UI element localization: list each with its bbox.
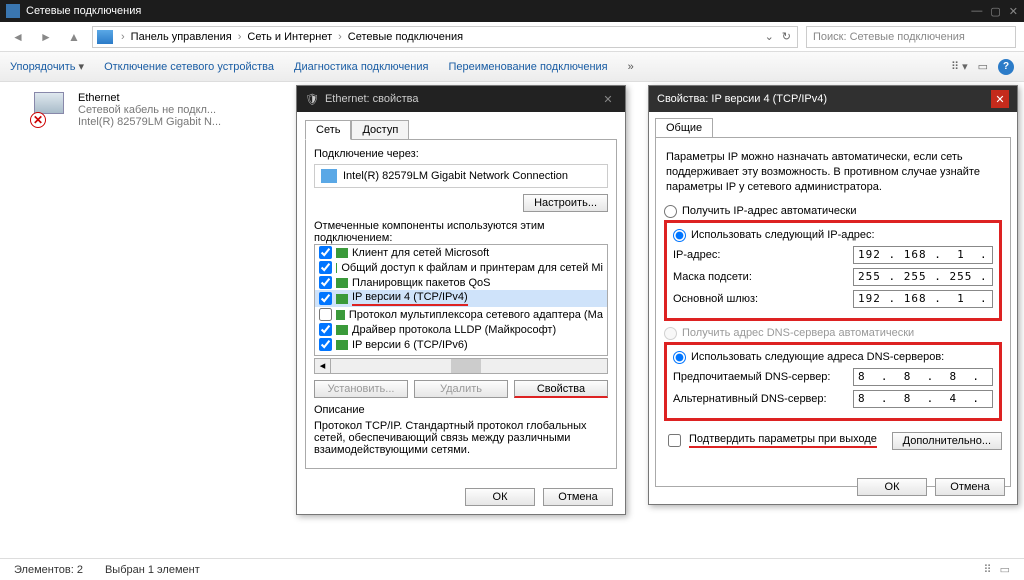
component-icon bbox=[336, 278, 348, 288]
ipv4-description: Параметры IP можно назначать автоматичес… bbox=[664, 146, 1002, 203]
organize-menu[interactable]: Упорядочить ▾ bbox=[10, 60, 84, 73]
nic-box: Intel(R) 82579LM Gigabit Network Connect… bbox=[314, 164, 608, 188]
app-icon bbox=[6, 4, 20, 18]
preview-icon[interactable]: ▭ bbox=[978, 60, 988, 73]
view-large-icon[interactable]: ▭ bbox=[1000, 563, 1010, 576]
component-checkbox[interactable] bbox=[319, 246, 332, 259]
dns2-input[interactable] bbox=[853, 390, 993, 408]
cancel-button[interactable]: Отмена bbox=[543, 488, 613, 506]
radio-ip-manual[interactable] bbox=[673, 229, 686, 242]
ipv4-properties-dialog: Свойства: IP версии 4 (TCP/IPv4) ✕ Общие… bbox=[648, 85, 1018, 505]
component-icon bbox=[336, 248, 348, 258]
window-title: Сетевые подключения bbox=[26, 5, 141, 17]
adapter-name: Ethernet bbox=[78, 92, 221, 104]
dns2-label: Альтернативный DNS-сервер: bbox=[673, 393, 827, 405]
tab-general[interactable]: Общие bbox=[655, 118, 713, 138]
refresh-icon[interactable]: ↻ bbox=[780, 30, 793, 43]
component-checkbox[interactable] bbox=[319, 276, 332, 289]
dialog-title: Ethernet: свойства bbox=[325, 93, 419, 105]
tab-network[interactable]: Сеть bbox=[305, 120, 351, 140]
subnet-mask-label: Маска подсети: bbox=[673, 271, 752, 283]
ethernet-properties-dialog: 🛡 Ethernet: свойства ✕ Сеть Доступ Подкл… bbox=[296, 85, 626, 515]
description-title: Описание bbox=[314, 404, 608, 416]
gateway-label: Основной шлюз: bbox=[673, 293, 758, 305]
tab-access[interactable]: Доступ bbox=[351, 120, 409, 140]
close-icon[interactable]: ✕ bbox=[599, 90, 617, 108]
advanced-button[interactable]: Дополнительно... bbox=[892, 432, 1002, 450]
adapter-item[interactable]: ✕ Ethernet Сетевой кабель не подкл... In… bbox=[28, 92, 258, 130]
remove-button[interactable]: Удалить bbox=[414, 380, 508, 398]
install-button[interactable]: Установить... bbox=[314, 380, 408, 398]
dropdown-icon[interactable]: ⌄ bbox=[763, 30, 776, 43]
component-icon bbox=[336, 263, 337, 273]
maximize-icon[interactable]: ▢ bbox=[990, 5, 1000, 18]
confirm-checkbox[interactable] bbox=[668, 434, 681, 447]
view-details-icon[interactable]: ⠿ bbox=[984, 563, 992, 576]
help-icon[interactable]: ? bbox=[998, 59, 1014, 75]
component-checkbox[interactable] bbox=[319, 323, 332, 336]
component-icon bbox=[336, 310, 345, 320]
radio-dns-manual[interactable] bbox=[673, 351, 686, 364]
components-list[interactable]: Клиент для сетей Microsoft Общий доступ … bbox=[314, 244, 608, 356]
crumb-network-connections[interactable]: Сетевые подключения bbox=[346, 31, 465, 43]
status-selected: Выбран 1 элемент bbox=[105, 564, 200, 576]
diagnose-connection[interactable]: Диагностика подключения bbox=[294, 61, 428, 73]
cancel-button[interactable]: Отмена bbox=[935, 478, 1005, 496]
search-input[interactable]: Поиск: Сетевые подключения bbox=[806, 26, 1016, 48]
component-icon bbox=[336, 325, 348, 335]
minimize-icon[interactable]: — bbox=[971, 5, 982, 18]
gateway-input[interactable] bbox=[853, 290, 993, 308]
forward-button[interactable]: ► bbox=[36, 27, 56, 47]
overflow-icon[interactable]: » bbox=[628, 61, 634, 73]
component-checkbox[interactable] bbox=[319, 261, 332, 274]
ok-button[interactable]: ОК bbox=[465, 488, 535, 506]
nic-icon bbox=[321, 169, 337, 183]
subnet-mask-input[interactable] bbox=[853, 268, 993, 286]
close-icon[interactable]: ✕ bbox=[991, 90, 1009, 108]
component-checkbox[interactable] bbox=[319, 308, 332, 321]
configure-button[interactable]: Настроить... bbox=[523, 194, 608, 212]
close-icon[interactable]: ✕ bbox=[1009, 5, 1018, 18]
disable-device[interactable]: Отключение сетевого устройства bbox=[104, 61, 274, 73]
component-icon bbox=[336, 340, 348, 350]
crumb-network-internet[interactable]: Сеть и Интернет bbox=[245, 31, 334, 43]
location-icon bbox=[97, 30, 113, 44]
component-icon bbox=[336, 294, 348, 304]
components-label: Отмеченные компоненты используются этим … bbox=[314, 220, 608, 244]
adapter-device: Intel(R) 82579LM Gigabit N... bbox=[78, 116, 221, 128]
confirm-label: Подтвердить параметры при выходе bbox=[689, 433, 877, 448]
crumb-control-panel[interactable]: Панель управления bbox=[129, 31, 234, 43]
breadcrumb[interactable]: › Панель управления › Сеть и Интернет › … bbox=[92, 26, 798, 48]
horizontal-scrollbar[interactable]: ◂ bbox=[314, 358, 608, 374]
component-checkbox[interactable] bbox=[319, 292, 332, 305]
ok-button[interactable]: ОК bbox=[857, 478, 927, 496]
radio-ip-auto[interactable] bbox=[664, 205, 677, 218]
shield-icon: 🛡 bbox=[305, 93, 319, 106]
properties-button[interactable]: Свойства bbox=[514, 380, 608, 398]
view-icon[interactable]: ⠿ ▾ bbox=[951, 60, 968, 73]
ip-address-label: IP-адрес: bbox=[673, 249, 720, 261]
status-elements: Элементов: 2 bbox=[14, 564, 83, 576]
radio-dns-auto bbox=[664, 327, 677, 340]
dns1-input[interactable] bbox=[853, 368, 993, 386]
dialog-title: Свойства: IP версии 4 (TCP/IPv4) bbox=[657, 93, 827, 105]
adapter-status: Сетевой кабель не подкл... bbox=[78, 104, 221, 116]
dns1-label: Предпочитаемый DNS-сервер: bbox=[673, 371, 830, 383]
component-checkbox[interactable] bbox=[319, 338, 332, 351]
connect-through-label: Подключение через: bbox=[314, 148, 608, 160]
description-text: Протокол TCP/IP. Стандартный протокол гл… bbox=[314, 416, 608, 460]
rename-connection[interactable]: Переименование подключения bbox=[448, 61, 607, 73]
adapter-icon: ✕ bbox=[28, 92, 70, 130]
back-button[interactable]: ◄ bbox=[8, 27, 28, 47]
ip-address-input[interactable] bbox=[853, 246, 993, 264]
up-button[interactable]: ▲ bbox=[64, 27, 84, 47]
component-ipv4[interactable]: IP версии 4 (TCP/IPv4) bbox=[352, 291, 468, 306]
